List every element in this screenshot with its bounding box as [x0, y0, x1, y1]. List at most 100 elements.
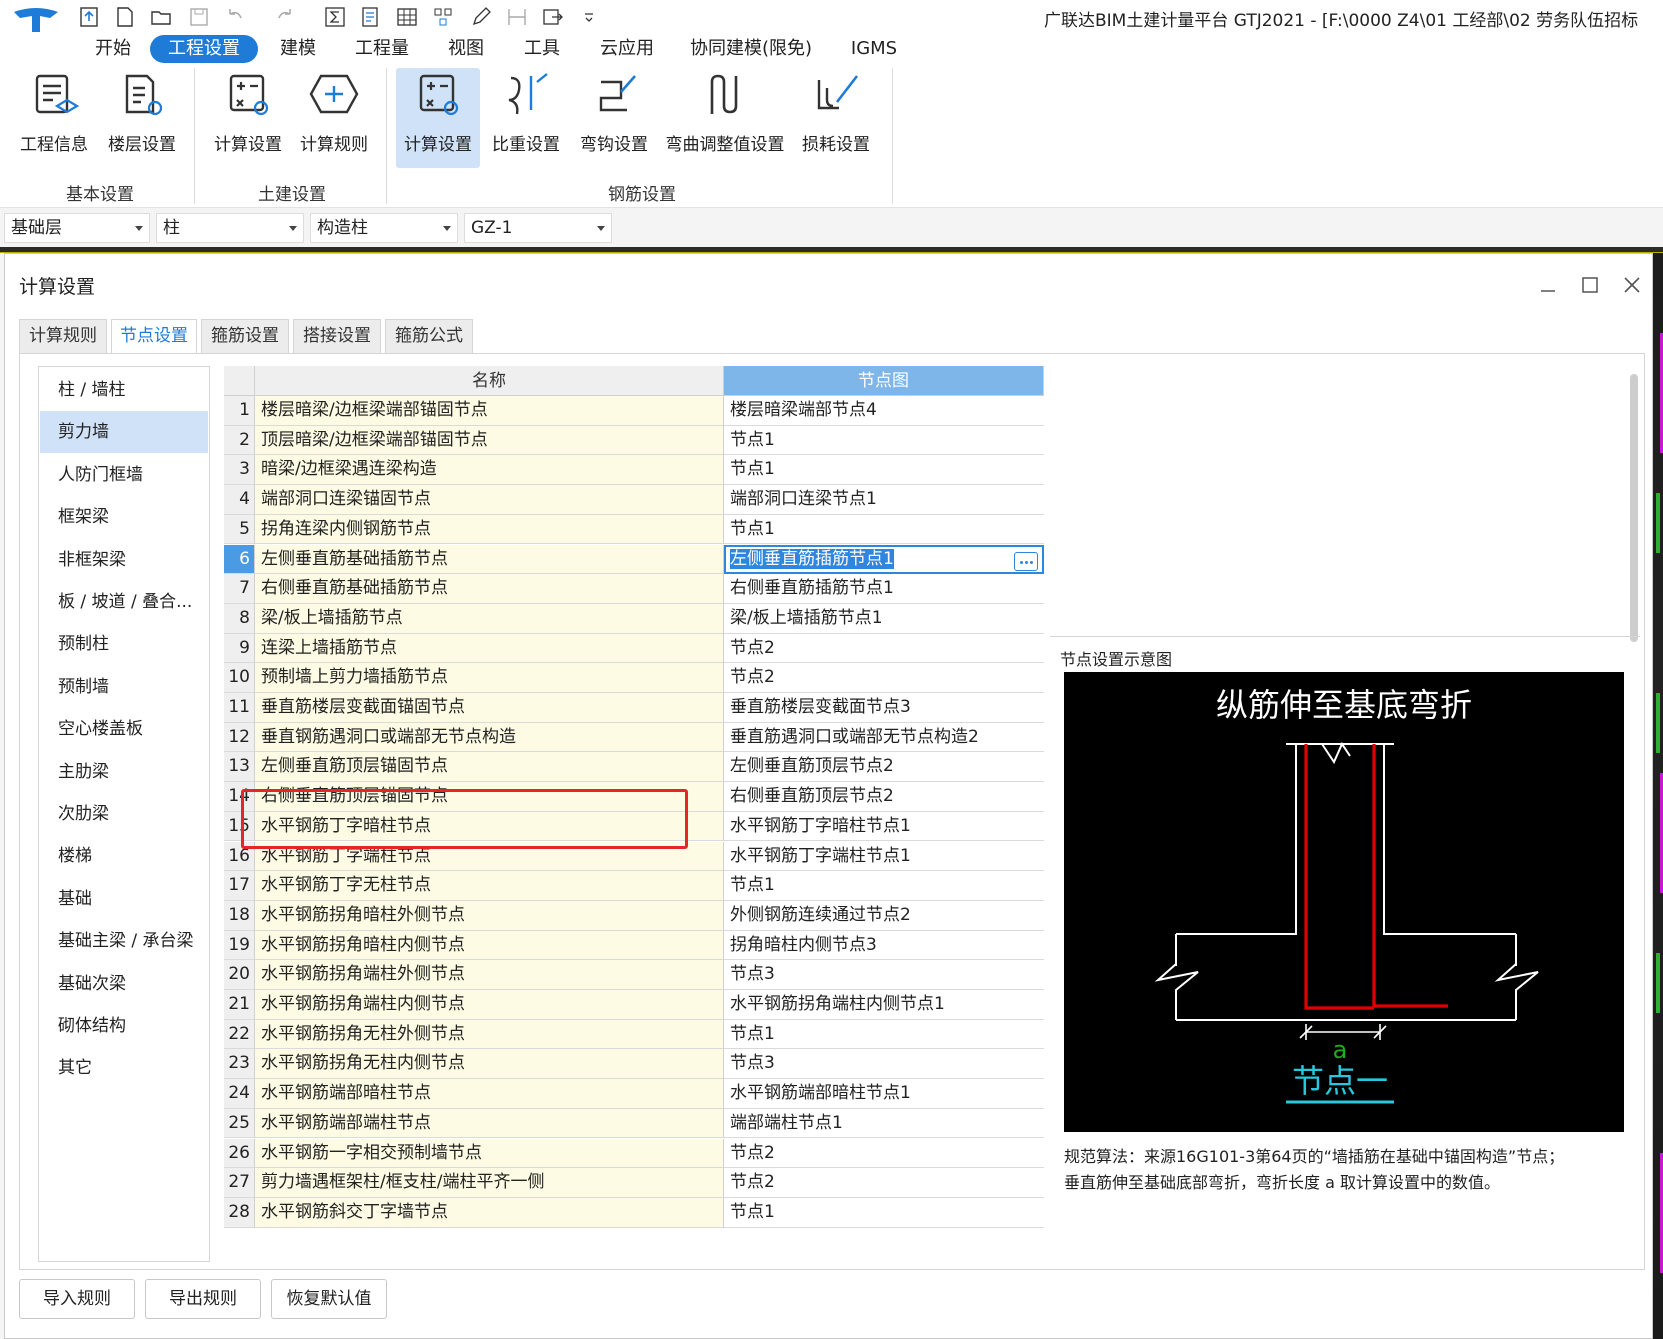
table-row[interactable]: 25 水平钢筋端部端柱节点 端部端柱节点1 — [224, 1108, 1044, 1139]
rebar-calc-settings-button[interactable]: 计算设置 — [396, 68, 480, 168]
column-header-node[interactable]: 节点图 — [724, 366, 1044, 396]
node-diagram-cell[interactable]: 楼层暗梁端部节点4 — [724, 396, 1044, 426]
table-row[interactable]: 4 端部洞口连梁锚固节点 端部洞口连梁节点1 — [224, 485, 1044, 515]
table-row[interactable]: 2 顶层暗梁/边框梁端部锚固节点 节点1 — [224, 425, 1044, 456]
node-name-cell[interactable]: 梁/板上墙插筋节点 — [255, 603, 724, 634]
node-diagram-cell[interactable]: 水平钢筋拐角端柱内侧节点1 — [724, 990, 1044, 1020]
node-name-cell[interactable]: 预制墙上剪力墙插筋节点 — [255, 663, 724, 693]
table-row[interactable]: 1 楼层暗梁/边框梁端部锚固节点 楼层暗梁端部节点4 — [224, 396, 1044, 426]
node-name-cell[interactable]: 水平钢筋一字相交预制墙节点 — [255, 1138, 724, 1169]
export-icon[interactable] — [542, 6, 564, 28]
element-subtype-select[interactable]: 构造柱 — [310, 213, 458, 243]
floor-settings-button[interactable]: 楼层设置 — [100, 68, 184, 168]
category-item[interactable]: 其它 — [40, 1047, 208, 1089]
category-item[interactable]: 空心楼盖板 — [40, 708, 208, 750]
import-rules-button[interactable]: 导入规则 — [19, 1279, 135, 1319]
node-diagram-cell[interactable]: 水平钢筋丁字端柱节点1 — [724, 841, 1044, 872]
category-item[interactable]: 非框架梁 — [40, 539, 208, 581]
node-diagram-cell-value[interactable]: 左侧垂直筋插筋节点1 — [730, 548, 894, 569]
menu-tab-cloud[interactable]: 云应用 — [590, 35, 664, 63]
table-row[interactable]: 3 暗梁/边框梁遇连梁构造 节点1 — [224, 455, 1044, 486]
menu-tab-collab-modeling[interactable]: 协同建模(限免) — [682, 35, 820, 63]
table-row[interactable]: 14 右侧垂直筋顶层锚固节点 右侧垂直筋顶层节点2 — [224, 782, 1044, 812]
ruler-icon[interactable] — [506, 6, 528, 28]
calc-rules-button[interactable]: 计算规则 — [292, 68, 376, 168]
node-name-cell[interactable]: 连梁上墙插筋节点 — [255, 633, 724, 664]
category-item[interactable]: 砌体结构 — [40, 1005, 208, 1047]
node-name-cell[interactable]: 右侧垂直筋基础插筋节点 — [255, 574, 724, 604]
table-row[interactable]: 8 梁/板上墙插筋节点 梁/板上墙插筋节点1 — [224, 603, 1044, 634]
redo-icon[interactable] — [274, 6, 296, 28]
menu-tab-igms[interactable]: IGMS — [840, 35, 908, 63]
node-diagram-cell[interactable]: 节点1 — [724, 514, 1044, 545]
node-diagram-cell[interactable]: 节点1 — [724, 455, 1044, 486]
table-row[interactable]: 6 左侧垂直筋基础插筋节点 左侧垂直筋插筋节点1 — [224, 544, 1044, 575]
node-name-cell[interactable]: 剪力墙遇框架柱/框支柱/端柱平齐一侧 — [255, 1168, 724, 1198]
node-name-cell[interactable]: 水平钢筋拐角端柱内侧节点 — [255, 990, 724, 1020]
table-row[interactable]: 10 预制墙上剪力墙插筋节点 节点2 — [224, 663, 1044, 693]
loss-settings-button[interactable]: 损耗设置 — [794, 68, 878, 168]
node-name-cell[interactable]: 拐角连梁内侧钢筋节点 — [255, 514, 724, 545]
node-diagram-cell[interactable]: 端部端柱节点1 — [724, 1108, 1044, 1139]
undo-icon[interactable] — [224, 6, 246, 28]
node-diagram-cell[interactable]: 节点1 — [724, 1197, 1044, 1228]
tab-stirrup-formula[interactable]: 箍筋公式 — [385, 319, 473, 353]
more-options-icon[interactable] — [1014, 551, 1038, 571]
menu-tab-project-settings[interactable]: 工程设置 — [150, 35, 258, 63]
node-diagram-cell[interactable]: 外侧钢筋连续通过节点2 — [724, 900, 1044, 931]
category-item[interactable]: 预制墙 — [40, 666, 208, 708]
bend-adjust-settings-button[interactable]: 弯曲调整值设置 — [660, 68, 790, 168]
tab-calc-rules[interactable]: 计算规则 — [19, 319, 107, 353]
node-name-cell[interactable]: 顶层暗梁/边框梁端部锚固节点 — [255, 425, 724, 456]
tab-stirrup-settings[interactable]: 箍筋设置 — [201, 319, 289, 353]
node-name-cell[interactable]: 水平钢筋端部暗柱节点 — [255, 1079, 724, 1109]
node-diagram-cell[interactable]: 拐角暗柱内侧节点3 — [724, 930, 1044, 961]
table-row[interactable]: 5 拐角连梁内侧钢筋节点 节点1 — [224, 514, 1044, 545]
pen-icon[interactable] — [470, 6, 492, 28]
menu-tab-start[interactable]: 开始 — [82, 35, 144, 63]
element-type-select[interactable]: 柱 — [156, 213, 304, 243]
table-row[interactable]: 7 右侧垂直筋基础插筋节点 右侧垂直筋插筋节点1 — [224, 574, 1044, 604]
node-name-cell[interactable]: 端部洞口连梁锚固节点 — [255, 485, 724, 515]
node-diagram-cell[interactable]: 节点2 — [724, 633, 1044, 664]
grid-icon[interactable] — [396, 6, 418, 28]
report-icon[interactable] — [360, 6, 382, 28]
node-diagram-cell[interactable]: 节点2 — [724, 1168, 1044, 1198]
table-row[interactable]: 26 水平钢筋一字相交预制墙节点 节点2 — [224, 1138, 1044, 1169]
node-name-cell[interactable]: 水平钢筋丁字无柱节点 — [255, 871, 724, 901]
restore-defaults-button[interactable]: 恢复默认值 — [271, 1279, 387, 1319]
node-diagram-cell[interactable]: 右侧垂直筋插筋节点1 — [724, 574, 1044, 604]
node-diagram-cell[interactable]: 节点1 — [724, 871, 1044, 901]
category-item[interactable]: 主肋梁 — [40, 751, 208, 793]
node-diagram-cell[interactable]: 垂直筋遇洞口或端部无节点构造2 — [724, 722, 1044, 753]
table-row[interactable]: 15 水平钢筋丁字暗柱节点 水平钢筋丁字暗柱节点1 — [224, 811, 1044, 842]
table-row[interactable]: 21 水平钢筋拐角端柱内侧节点 水平钢筋拐角端柱内侧节点1 — [224, 990, 1044, 1020]
table-row[interactable]: 22 水平钢筋拐角无柱外侧节点 节点1 — [224, 1019, 1044, 1050]
node-diagram-cell[interactable]: 垂直筋楼层变截面节点3 — [724, 693, 1044, 723]
category-item[interactable]: 柱 / 墙柱 — [40, 369, 208, 411]
node-diagram-cell[interactable]: 端部洞口连梁节点1 — [724, 485, 1044, 515]
scrollbar-thumb[interactable] — [1630, 374, 1638, 642]
node-name-cell[interactable]: 水平钢筋斜交丁字墙节点 — [255, 1197, 724, 1228]
node-name-cell[interactable]: 水平钢筋丁字暗柱节点 — [255, 811, 724, 842]
close-icon[interactable] — [1621, 274, 1643, 296]
node-diagram-cell[interactable]: 节点2 — [724, 663, 1044, 693]
table-row[interactable]: 9 连梁上墙插筋节点 节点2 — [224, 633, 1044, 664]
node-name-cell[interactable]: 水平钢筋端部端柱节点 — [255, 1108, 724, 1139]
node-diagram-cell[interactable]: 节点1 — [724, 1019, 1044, 1050]
table-row[interactable]: 24 水平钢筋端部暗柱节点 水平钢筋端部暗柱节点1 — [224, 1079, 1044, 1109]
node-name-cell[interactable]: 水平钢筋拐角暗柱内侧节点 — [255, 930, 724, 961]
category-item[interactable]: 人防门框墙 — [40, 454, 208, 496]
menu-tab-modeling[interactable]: 建模 — [270, 35, 326, 63]
export-rules-button[interactable]: 导出规则 — [145, 1279, 261, 1319]
node-diagram-cell[interactable]: 节点1 — [724, 425, 1044, 456]
category-item[interactable]: 预制柱 — [40, 623, 208, 665]
node-diagram-cell[interactable]: 梁/板上墙插筋节点1 — [724, 603, 1044, 634]
new-file-icon[interactable] — [114, 6, 136, 28]
table-row[interactable]: 11 垂直筋楼层变截面锚固节点 垂直筋楼层变截面节点3 — [224, 693, 1044, 723]
node-diagram-cell[interactable]: 左侧垂直筋插筋节点1 — [724, 544, 1044, 575]
category-item[interactable]: 基础次梁 — [40, 963, 208, 1005]
category-item[interactable]: 基础 — [40, 878, 208, 920]
density-settings-button[interactable]: 比重设置 — [484, 68, 568, 168]
vertical-scrollbar[interactable] — [1628, 374, 1640, 642]
